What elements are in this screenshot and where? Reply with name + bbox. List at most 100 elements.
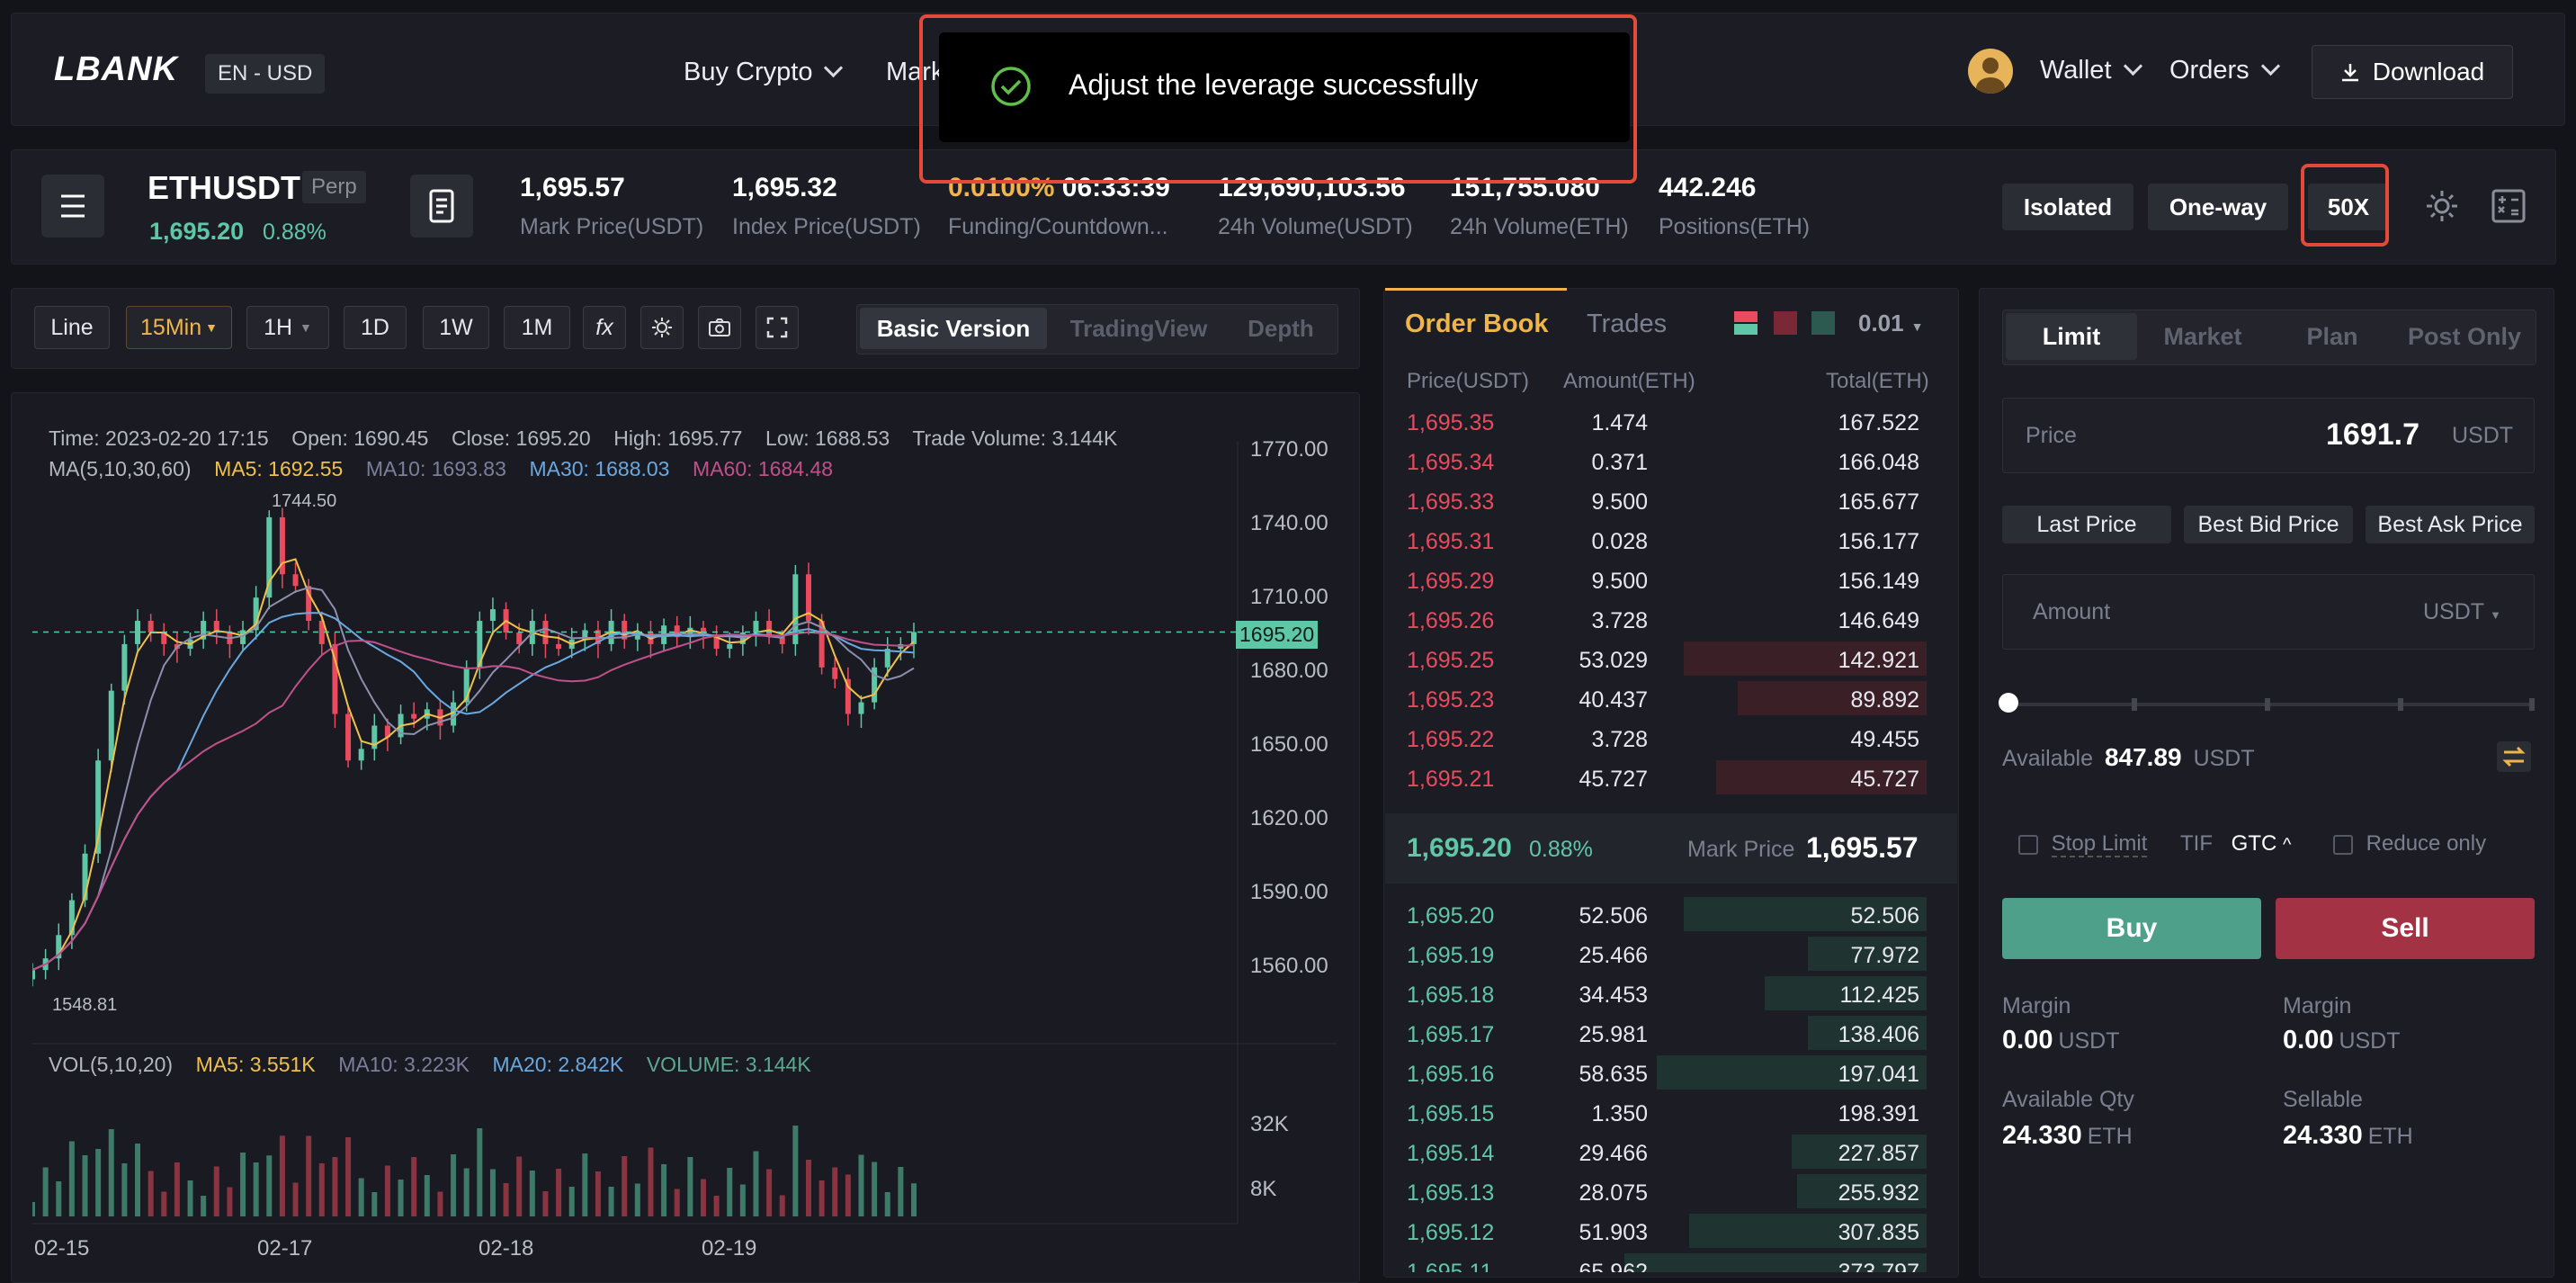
tradingview-tab[interactable]: TradingView <box>1049 308 1229 349</box>
bid-row[interactable]: 1,695.16 58.635 197.041 <box>1387 1053 1945 1092</box>
download-button[interactable]: Download <box>2312 45 2513 99</box>
ask-row[interactable]: 1,695.35 1.474 167.522 <box>1387 401 1945 441</box>
best-ask-button[interactable]: Best Ask Price <box>2366 506 2535 543</box>
interval-1d-button[interactable]: 1D <box>344 306 407 349</box>
ask-row[interactable]: 1,695.29 9.500 156.149 <box>1387 560 1945 599</box>
sellable-label: Sellable <box>2283 1087 2363 1112</box>
available-label: Available <box>2002 746 2094 771</box>
bid-row[interactable]: 1,695.18 34.453 112.425 <box>1387 973 1945 1013</box>
ask-row[interactable]: 1,695.25 53.029 142.921 <box>1387 639 1945 678</box>
bid-total: 255.932 <box>1838 1180 1919 1206</box>
locale-selector[interactable]: EN - USD <box>205 54 326 94</box>
amount-slider[interactable] <box>1999 693 2535 713</box>
symbol-name[interactable]: ETHUSDT <box>148 169 300 207</box>
wallet-menu[interactable]: Wallet <box>2040 56 2142 85</box>
bid-row[interactable]: 1,695.12 51.903 307.835 <box>1387 1211 1945 1251</box>
candle-body <box>832 667 838 679</box>
tab-trades[interactable]: Trades <box>1587 310 1667 339</box>
book-view-both-icon[interactable] <box>1734 311 1758 335</box>
slider-handle[interactable] <box>1999 693 2018 713</box>
contract-info-button[interactable] <box>410 175 473 238</box>
fullscreen-button[interactable] <box>756 306 799 349</box>
settings-button[interactable] <box>2423 187 2461 229</box>
interval-1m-button[interactable]: 1M <box>504 306 570 349</box>
interval-1w-button[interactable]: 1W <box>423 306 489 349</box>
tif-selector[interactable]: TIF GTC ^ <box>2180 831 2291 857</box>
bid-row[interactable]: 1,695.13 28.075 255.932 <box>1387 1171 1945 1211</box>
ask-amount: 9.500 <box>1591 489 1648 515</box>
stop-limit-checkbox[interactable] <box>2018 834 2038 855</box>
sell-button[interactable]: Sell <box>2276 898 2535 959</box>
orders-menu[interactable]: Orders <box>2169 56 2280 85</box>
bid-row[interactable]: 1,695.19 25.466 77.972 <box>1387 934 1945 973</box>
ask-row[interactable]: 1,695.26 3.728 146.649 <box>1387 599 1945 639</box>
avatar[interactable] <box>1968 49 2013 94</box>
precision-selector[interactable]: 0.01 ▼ <box>1858 310 1923 337</box>
ask-row[interactable]: 1,695.34 0.371 166.048 <box>1387 441 1945 480</box>
price-chart[interactable] <box>32 441 1346 1233</box>
buy-margin-value: 0.00 <box>2002 1026 2053 1054</box>
ask-row[interactable]: 1,695.22 3.728 49.455 <box>1387 718 1945 758</box>
lbank-logo[interactable]: LBANK <box>54 50 178 89</box>
tab-post-only[interactable]: Post Only <box>2396 313 2533 360</box>
depth-tab[interactable]: Depth <box>1229 308 1333 349</box>
bid-row[interactable]: 1,695.15 1.350 198.391 <box>1387 1092 1945 1132</box>
ask-row[interactable]: 1,695.33 9.500 165.677 <box>1387 480 1945 520</box>
position-mode-button[interactable]: One-way <box>2148 184 2288 230</box>
ask-row[interactable]: 1,695.31 0.028 156.177 <box>1387 520 1945 560</box>
ask-total: 49.455 <box>1850 727 1919 752</box>
ask-total: 146.649 <box>1838 608 1919 633</box>
interval-1h-button[interactable]: 1H ▼ <box>246 306 329 349</box>
bid-row[interactable]: 1,695.20 52.506 52.506 <box>1387 894 1945 934</box>
available-value: 847.89 <box>2104 743 2182 771</box>
tab-market[interactable]: Market <box>2137 313 2268 360</box>
buy-button[interactable]: Buy <box>2002 898 2261 959</box>
tab-plan[interactable]: Plan <box>2267 313 2398 360</box>
calculator-button[interactable] <box>2490 187 2527 229</box>
screenshot-button[interactable] <box>698 306 741 349</box>
menu-button[interactable] <box>41 175 104 238</box>
price-input-value: 1691.7 <box>2326 417 2419 452</box>
orderbook-mark-label: Mark Price <box>1687 837 1795 862</box>
bid-row[interactable]: 1,695.17 25.981 138.406 <box>1387 1013 1945 1053</box>
ma-line <box>32 558 915 972</box>
reduce-only-toggle[interactable]: Reduce only <box>2333 831 2486 857</box>
transfer-icon <box>2502 746 2526 767</box>
chevron-down-icon <box>2260 56 2280 76</box>
margin-mode-button[interactable]: Isolated <box>2002 184 2133 230</box>
bid-row[interactable]: 1,695.14 29.466 227.857 <box>1387 1132 1945 1171</box>
amount-unit: USDT <box>2423 599 2485 624</box>
volume-bar <box>542 1191 549 1216</box>
ask-price: 1,695.34 <box>1407 450 1495 475</box>
amount-unit-selector[interactable]: USDT ▼ <box>2423 599 2501 625</box>
ask-price: 1,695.21 <box>1407 767 1495 792</box>
gear-icon <box>652 318 672 337</box>
mark-price-value: 1,695.57 <box>520 173 625 202</box>
volume-bar <box>489 1169 496 1216</box>
chart-settings-button[interactable] <box>640 306 684 349</box>
transfer-button[interactable] <box>2497 741 2531 772</box>
bid-amount: 1.350 <box>1591 1101 1648 1126</box>
available-unit: USDT <box>2193 746 2255 771</box>
bid-row[interactable]: 1,695.11 65.962 373.797 <box>1387 1251 1945 1272</box>
tif-label: TIF <box>2180 831 2213 856</box>
line-chart-button[interactable]: Line <box>34 306 110 349</box>
bid-amount: 28.075 <box>1579 1180 1648 1206</box>
book-view-bids-icon[interactable] <box>1811 311 1835 335</box>
volume-bar <box>674 1189 680 1216</box>
indicators-button[interactable]: fx <box>583 306 626 349</box>
best-bid-button[interactable]: Best Bid Price <box>2184 506 2353 543</box>
book-view-asks-icon[interactable] <box>1774 311 1797 335</box>
last-price-button[interactable]: Last Price <box>2002 506 2171 543</box>
interval-15min-button[interactable]: 15Min ▼ <box>126 306 232 349</box>
basic-version-tab[interactable]: Basic Version <box>860 308 1047 349</box>
ask-row[interactable]: 1,695.21 45.727 45.727 <box>1387 758 1945 797</box>
tab-limit[interactable]: Limit <box>2006 313 2137 360</box>
tab-order-book[interactable]: Order Book <box>1405 310 1549 339</box>
ask-row[interactable]: 1,695.23 40.437 89.892 <box>1387 678 1945 718</box>
reduce-only-checkbox[interactable] <box>2333 834 2353 855</box>
caret-down-icon: ▼ <box>1910 319 1924 334</box>
bid-amount: 25.466 <box>1579 943 1648 968</box>
nav-buy-crypto[interactable]: Buy Crypto <box>684 58 844 87</box>
stop-limit-toggle[interactable]: Stop Limit <box>2018 831 2148 857</box>
